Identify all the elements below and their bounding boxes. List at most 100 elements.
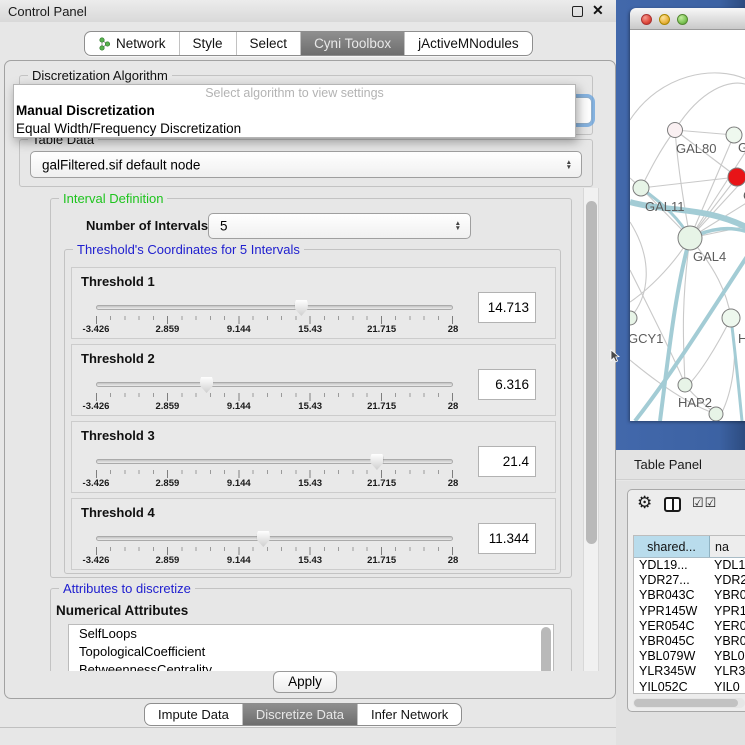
threshold-2-slider[interactable] bbox=[96, 382, 453, 387]
svg-text:HAP2: HAP2 bbox=[678, 395, 712, 410]
control-panel-titlebar[interactable]: Control Panel ✕ bbox=[0, 0, 616, 22]
option-manual-discretization[interactable]: Manual Discretization bbox=[14, 102, 575, 120]
table-data-combobox[interactable]: galFiltered.sif default node ▲▼ bbox=[30, 151, 582, 178]
network-window-titlebar[interactable] bbox=[630, 8, 745, 30]
network-nodes[interactable] bbox=[630, 123, 745, 422]
threshold-1-slider[interactable] bbox=[96, 305, 453, 310]
node-hap2 bbox=[678, 378, 692, 392]
gear-icon[interactable]: ⚙ bbox=[637, 493, 652, 513]
tab-label: jActiveMNodules bbox=[418, 36, 519, 51]
slider-ticks bbox=[96, 470, 453, 478]
table-row[interactable]: YDL19... YDL1 bbox=[634, 558, 745, 573]
thresholds-group: Threshold's Coordinates for 5 Intervals … bbox=[64, 249, 561, 574]
algorithm-dropdown-prompt[interactable]: Select algorithm to view settings bbox=[14, 85, 575, 102]
svg-text:H: H bbox=[738, 331, 745, 346]
node-gal4 bbox=[678, 226, 702, 250]
svg-text:GA: GA bbox=[738, 140, 745, 155]
group-title: Interval Definition bbox=[59, 191, 167, 206]
tab-jactivemnodules[interactable]: jActiveMNodules bbox=[404, 32, 532, 55]
numerical-attributes-list[interactable]: SelfLoops TopologicalCoefficient Between… bbox=[68, 624, 554, 671]
slider-thumb[interactable] bbox=[257, 531, 270, 547]
settings-vertical-scrollbar[interactable] bbox=[583, 188, 599, 671]
table-row[interactable]: YBL079W YBL0 bbox=[634, 649, 745, 664]
table-row[interactable]: YLR345W YLR3 bbox=[634, 664, 745, 679]
tab-impute-data[interactable]: Impute Data bbox=[145, 704, 242, 725]
list-scrollbar[interactable] bbox=[541, 627, 551, 671]
slider-tick-labels: -3.426 2.859 9.144 15.43 21.715 28 bbox=[96, 555, 453, 566]
list-item[interactable]: SelfLoops bbox=[69, 625, 553, 643]
table-row[interactable]: YIL052C YIL0 bbox=[634, 680, 745, 695]
slider-thumb[interactable] bbox=[200, 377, 213, 393]
slider-tick-labels: -3.426 2.859 9.144 15.43 21.715 28 bbox=[96, 401, 453, 412]
option-equal-width-frequency[interactable]: Equal Width/Frequency Discretization bbox=[14, 120, 575, 138]
threshold-1-value-field[interactable] bbox=[478, 292, 536, 323]
minimize-traffic-light[interactable] bbox=[659, 14, 670, 25]
threshold-3-row: Threshold 3 -3.426 2.859 9.144 15.43 21.… bbox=[71, 421, 556, 493]
tab-discretize-data[interactable]: Discretize Data bbox=[242, 704, 357, 725]
threshold-3-value-field[interactable] bbox=[478, 446, 536, 477]
table-row[interactable]: YBR045C YBR0 bbox=[634, 634, 745, 649]
slider-ticks bbox=[96, 393, 453, 401]
apply-button[interactable]: Apply bbox=[273, 671, 337, 693]
table-panel-titlebar[interactable]: Table Panel bbox=[616, 450, 745, 480]
attributes-group: Attributes to discretize Numerical Attri… bbox=[50, 588, 572, 671]
tab-infer-network[interactable]: Infer Network bbox=[357, 704, 461, 725]
table-data-group: Table Data galFiltered.sif default node … bbox=[19, 139, 593, 187]
screen: Control Panel ✕ Network Style Select Cyn… bbox=[0, 0, 745, 745]
threshold-2-value-field[interactable] bbox=[478, 369, 536, 400]
close-icon[interactable]: ✕ bbox=[592, 2, 604, 19]
tab-style[interactable]: Style bbox=[179, 32, 236, 55]
node-gcy1 bbox=[630, 311, 637, 325]
threshold-label: Threshold 2 bbox=[81, 351, 155, 366]
tab-label: Cyni Toolbox bbox=[314, 36, 391, 51]
stepper-arrows-icon: ▲▼ bbox=[566, 160, 572, 170]
mouse-cursor bbox=[610, 349, 620, 363]
zoom-traffic-light[interactable] bbox=[677, 14, 688, 25]
node-table: shared... na YDL19... YDL1 YDR27... YDR2… bbox=[633, 535, 745, 694]
slider-ticks bbox=[96, 316, 453, 324]
list-item[interactable]: BetweennessCentrality bbox=[69, 661, 553, 671]
tab-cyni-toolbox[interactable]: Cyni Toolbox bbox=[300, 32, 404, 55]
node-table-panel: ⚙ ☑☑ shared... na YDL19... YDL1 YDR27...… bbox=[627, 489, 745, 712]
scrollbar-thumb[interactable] bbox=[634, 699, 738, 707]
group-title: Threshold's Coordinates for 5 Intervals bbox=[73, 242, 304, 257]
slider-tick-labels: -3.426 2.859 9.144 15.43 21.715 28 bbox=[96, 478, 453, 489]
table-panel-title: Table Panel bbox=[634, 457, 702, 472]
tab-label: Infer Network bbox=[371, 707, 448, 722]
slider-thumb[interactable] bbox=[295, 300, 308, 316]
table-row[interactable]: YPR145W YPR1 bbox=[634, 604, 745, 619]
table-horizontal-scrollbar[interactable] bbox=[633, 698, 745, 708]
close-traffic-light[interactable] bbox=[641, 14, 652, 25]
select-columns-icons[interactable]: ☑☑ bbox=[692, 495, 717, 511]
table-header-row: shared... na bbox=[634, 536, 745, 558]
slider-thumb[interactable] bbox=[370, 454, 383, 470]
column-header-shared-name[interactable]: shared... bbox=[634, 536, 710, 557]
table-row[interactable]: YBR043C YBR0 bbox=[634, 588, 745, 603]
threshold-3-slider[interactable] bbox=[96, 459, 453, 464]
tab-network[interactable]: Network bbox=[85, 32, 179, 55]
table-row[interactable]: YER054C YER0 bbox=[634, 619, 745, 634]
float-window-icon[interactable] bbox=[572, 6, 583, 17]
network-view-window[interactable]: GAL80 GA C GAL11 GAL4 GCY1 H HAP2 bbox=[630, 8, 745, 421]
interval-definition-group: Interval Definition Number of Intervals … bbox=[50, 198, 572, 578]
network-canvas[interactable]: GAL80 GA C GAL11 GAL4 GCY1 H HAP2 bbox=[630, 30, 745, 421]
svg-text:GAL11: GAL11 bbox=[645, 199, 685, 214]
list-item[interactable]: TopologicalCoefficient bbox=[69, 643, 553, 661]
split-columns-icon[interactable] bbox=[664, 497, 681, 512]
threshold-2-row: Threshold 2 -3.426 2.859 9.144 15.43 21.… bbox=[71, 344, 556, 416]
threshold-4-slider[interactable] bbox=[96, 536, 453, 541]
tab-label: Impute Data bbox=[158, 707, 229, 722]
tab-select[interactable]: Select bbox=[236, 32, 301, 55]
threshold-4-value-field[interactable] bbox=[478, 523, 536, 554]
threshold-4-row: Threshold 4 -3.426 2.859 9.144 15.43 21.… bbox=[71, 498, 556, 570]
table-row[interactable]: YDR27... YDR2 bbox=[634, 573, 745, 588]
node-red-selected bbox=[728, 168, 745, 186]
settings-scroll-area: Interval Definition Number of Intervals … bbox=[15, 187, 583, 671]
num-intervals-label: Number of Intervals bbox=[86, 218, 208, 233]
num-intervals-combobox[interactable]: 5 ▲▼ bbox=[208, 213, 471, 239]
scrollbar-thumb[interactable] bbox=[586, 201, 597, 544]
numerical-attributes-heading: Numerical Attributes bbox=[56, 603, 188, 618]
network-desktop: GAL80 GA C GAL11 GAL4 GCY1 H HAP2 bbox=[616, 0, 745, 450]
column-header-name[interactable]: na bbox=[710, 536, 745, 557]
threshold-1-row: Threshold 1 -3.426 2.859 9.144 15.43 21.… bbox=[71, 267, 556, 339]
